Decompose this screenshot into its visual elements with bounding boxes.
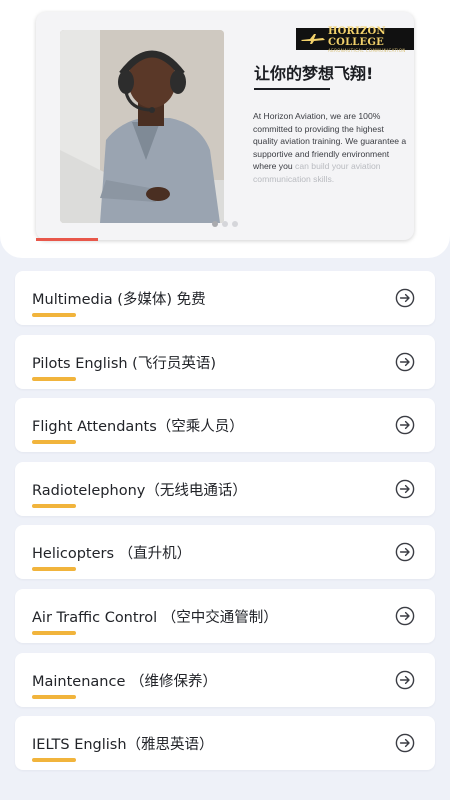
arrow-right-circle-icon[interactable] xyxy=(395,670,415,690)
carousel-dot[interactable] xyxy=(222,221,228,227)
banner-headline: 让你的梦想飞翔! xyxy=(254,64,374,83)
menu-item-underline xyxy=(32,630,76,635)
menu-item-helicopters[interactable]: Helicopters （直升机） xyxy=(15,525,435,580)
menu-item-underline xyxy=(32,313,76,317)
menu-item-pilots-english[interactable]: Pilots English (飞行员英语) xyxy=(15,334,435,389)
menu-item-label: Maintenance （维修保养） xyxy=(32,673,217,690)
pilot-photo xyxy=(60,30,224,223)
banner-accent-bar xyxy=(36,238,98,241)
arrow-right-circle-icon[interactable] xyxy=(395,606,415,626)
menu-item-ielts-english[interactable]: IELTS English（雅思英语） xyxy=(15,716,435,771)
arrow-right-circle-icon[interactable] xyxy=(395,479,415,499)
arrow-right-circle-icon[interactable] xyxy=(395,733,415,753)
carousel-dot[interactable] xyxy=(212,221,218,227)
course-menu: Multimedia (多媒体) 免费 Pilots English (飞行员英… xyxy=(15,271,435,780)
carousel-dot[interactable] xyxy=(232,221,238,227)
menu-item-multimedia[interactable]: Multimedia (多媒体) 免费 xyxy=(15,271,435,325)
menu-item-maintenance[interactable]: Maintenance （维修保养） xyxy=(15,652,435,707)
headline-underline xyxy=(254,88,330,90)
menu-item-air-traffic-control[interactable]: Air Traffic Control （空中交通管制） xyxy=(15,588,435,643)
menu-item-label: Flight Attendants（空乘人员） xyxy=(32,419,244,436)
menu-item-label: Helicopters （直升机） xyxy=(32,546,192,563)
menu-item-flight-attendants[interactable]: Flight Attendants（空乘人员） xyxy=(15,398,435,453)
menu-item-label: Radiotelephony（无线电通话） xyxy=(32,482,247,499)
menu-item-label: Pilots English (飞行员英语) xyxy=(32,355,216,372)
logo-name: HORIZON COLLEGE xyxy=(328,25,386,48)
horizon-college-logo: HORIZON COLLEGE AERONAUTICAL COMMUNICATI… xyxy=(296,25,414,53)
plane-icon xyxy=(301,34,325,44)
menu-item-label: IELTS English（雅思英语） xyxy=(32,737,214,754)
menu-item-underline xyxy=(32,758,76,763)
menu-item-radiotelephony[interactable]: Radiotelephony（无线电通话） xyxy=(15,461,435,516)
arrow-right-circle-icon[interactable] xyxy=(395,415,415,435)
menu-item-underline xyxy=(32,503,76,508)
carousel-dots[interactable] xyxy=(212,221,238,227)
arrow-right-circle-icon[interactable] xyxy=(395,352,415,372)
arrow-right-circle-icon[interactable] xyxy=(395,542,415,562)
menu-item-label: Air Traffic Control （空中交通管制） xyxy=(32,609,278,626)
promo-banner[interactable]: HORIZON COLLEGE AERONAUTICAL COMMUNICATI… xyxy=(36,12,414,240)
banner-description: At Horizon Aviation, we are 100% committ… xyxy=(253,110,407,186)
arrow-right-circle-icon[interactable] xyxy=(395,288,415,308)
logo-subtitle: AERONAUTICAL COMMUNICATION xyxy=(328,47,406,53)
top-panel: HORIZON COLLEGE AERONAUTICAL COMMUNICATI… xyxy=(0,0,450,258)
menu-item-underline xyxy=(32,567,76,572)
menu-item-underline xyxy=(32,694,76,699)
menu-item-label: Multimedia (多媒体) 免费 xyxy=(32,292,206,308)
menu-item-underline xyxy=(32,376,76,381)
menu-item-underline xyxy=(32,440,76,445)
